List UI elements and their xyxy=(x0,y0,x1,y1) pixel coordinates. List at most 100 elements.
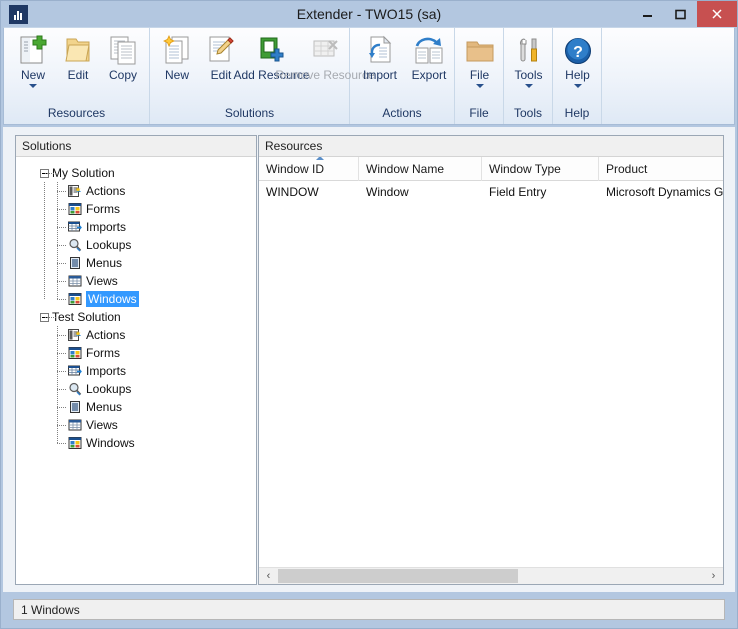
actions-icon xyxy=(68,328,82,342)
add-resource-book-plus-icon xyxy=(256,32,288,66)
ribbon-button-tools[interactable]: Tools xyxy=(504,32,553,88)
menus-icon xyxy=(68,400,82,414)
column-header-label: Window Name xyxy=(366,162,445,176)
tree-node-views[interactable]: Views xyxy=(16,272,256,290)
tree-node-forms[interactable]: Forms xyxy=(16,200,256,218)
tree-connector xyxy=(44,182,45,200)
maximize-button[interactable] xyxy=(664,1,697,27)
column-header-window-id[interactable]: Window ID xyxy=(259,157,359,181)
ribbon-group-resources: New Edit Copy Resources xyxy=(4,28,150,124)
ribbon-group-solutions: New Edit Add Resource Remove Resource So… xyxy=(150,28,375,124)
chevron-down-icon[interactable] xyxy=(475,84,484,88)
solutions-panel-header: Solutions xyxy=(16,136,256,157)
tree-connector xyxy=(44,290,45,299)
ribbon-button-new-resource[interactable]: New xyxy=(10,32,56,88)
cell-window-type: Field Entry xyxy=(489,185,547,199)
scroll-left-arrow-icon[interactable]: ‹ xyxy=(260,568,277,584)
resources-grid-body[interactable]: WINDOW Window Field Entry Microsoft Dyna… xyxy=(259,181,723,562)
tree-node-lookups[interactable]: Lookups xyxy=(16,380,256,398)
tree-node-label: Windows xyxy=(86,291,139,307)
tree-node-label: Views xyxy=(86,418,118,432)
tree-node-label: Menus xyxy=(86,256,123,270)
tree-node-test-solution[interactable]: Test Solution xyxy=(16,308,256,326)
ribbon-group-label: File xyxy=(469,106,489,120)
tree-node-windows-selected[interactable]: Windows xyxy=(16,290,256,308)
tree-node-label: Lookups xyxy=(86,238,132,252)
ribbon-button-label: Help xyxy=(565,68,590,82)
column-header-window-type[interactable]: Window Type xyxy=(482,157,599,181)
tree-node-label: Test Solution xyxy=(52,310,121,324)
resources-grid-header: Window ID Window Name Window Type Produc… xyxy=(259,157,723,181)
sort-ascending-icon xyxy=(316,157,324,160)
folder-open-icon xyxy=(62,32,94,66)
imports-icon xyxy=(68,220,82,234)
ribbon-button-label: File xyxy=(469,68,490,82)
ribbon-button-import[interactable]: Import xyxy=(355,32,405,82)
main-content-area: Solutions My Solution Actions Forms Impo… xyxy=(3,127,735,592)
ribbon-group-label: Tools xyxy=(513,106,542,120)
tree-node-windows[interactable]: Windows xyxy=(16,434,256,452)
table-row[interactable]: WINDOW Window Field Entry Microsoft Dyna… xyxy=(259,181,723,203)
tree-node-imports[interactable]: Imports xyxy=(16,362,256,380)
horizontal-scrollbar[interactable]: ‹ › xyxy=(259,567,723,584)
close-button[interactable] xyxy=(697,1,737,27)
tree-node-imports[interactable]: Imports xyxy=(16,218,256,236)
tree-node-my-solution[interactable]: My Solution xyxy=(16,164,256,182)
ribbon-group-actions: Import Export Actions xyxy=(350,28,455,124)
resources-panel-header: Resources xyxy=(259,136,723,157)
ribbon-button-help[interactable]: ? Help xyxy=(553,32,602,88)
status-bar-text: 1 Windows xyxy=(21,603,80,617)
ribbon-toolbar: New Edit Copy Resources New Edit Add Res… xyxy=(3,27,735,125)
solutions-tree[interactable]: My Solution Actions Forms Imports Lookup… xyxy=(16,157,256,584)
imports-icon xyxy=(68,364,82,378)
lookups-icon xyxy=(68,238,82,252)
ribbon-button-label: Edit xyxy=(210,68,232,82)
forms-icon xyxy=(68,202,82,216)
chevron-down-icon[interactable] xyxy=(573,84,582,88)
tree-node-lookups[interactable]: Lookups xyxy=(16,236,256,254)
tree-connector xyxy=(57,263,67,264)
column-header-product[interactable]: Product xyxy=(599,157,723,181)
tree-node-actions[interactable]: Actions xyxy=(16,326,256,344)
tree-connector xyxy=(44,218,45,236)
column-header-label: Window ID xyxy=(266,162,325,176)
tree-connector xyxy=(57,353,67,354)
tree-node-menus[interactable]: Menus xyxy=(16,398,256,416)
tree-connector xyxy=(44,236,45,254)
chevron-down-icon[interactable] xyxy=(524,84,533,88)
ribbon-button-export[interactable]: Export xyxy=(405,32,453,82)
new-pages-star-icon xyxy=(161,32,193,66)
tree-node-menus[interactable]: Menus xyxy=(16,254,256,272)
tree-connector xyxy=(45,317,57,318)
ribbon-button-new-solution[interactable]: New xyxy=(155,32,199,82)
tree-connector xyxy=(57,443,67,444)
ribbon-button-label: New xyxy=(164,68,189,82)
tree-node-actions[interactable]: Actions xyxy=(16,182,256,200)
tree-connector xyxy=(57,299,67,300)
chevron-down-icon[interactable] xyxy=(29,84,37,88)
help-question-icon: ? xyxy=(563,32,593,66)
tree-node-label: Menus xyxy=(86,400,123,414)
scrollbar-thumb[interactable] xyxy=(278,569,518,583)
import-page-arrow-icon xyxy=(364,32,396,66)
minimize-button[interactable] xyxy=(631,1,664,27)
ribbon-button-edit-resource[interactable]: Edit xyxy=(56,32,100,82)
solutions-panel: Solutions My Solution Actions Forms Impo… xyxy=(15,135,257,585)
tree-node-forms[interactable]: Forms xyxy=(16,344,256,362)
cell-window-name: Window xyxy=(366,185,409,199)
ribbon-button-label: New xyxy=(20,68,45,82)
tree-node-label: Views xyxy=(86,274,118,288)
application-window: Extender - TWO15 (sa) New Edit Copy Reso… xyxy=(0,0,738,629)
tree-node-label: Actions xyxy=(86,184,126,198)
ribbon-button-copy-resource[interactable]: Copy xyxy=(100,32,146,82)
scroll-right-arrow-icon[interactable]: › xyxy=(705,568,722,584)
tree-node-label: Imports xyxy=(86,364,127,378)
column-header-window-name[interactable]: Window Name xyxy=(359,157,482,181)
ribbon-button-file[interactable]: File xyxy=(455,32,504,88)
status-bar: 1 Windows xyxy=(13,599,725,620)
svg-text:?: ? xyxy=(573,44,583,61)
window-title: Extender - TWO15 (sa) xyxy=(296,6,442,22)
tree-node-label: My Solution xyxy=(52,166,115,180)
tree-connector xyxy=(57,389,67,390)
tree-node-views[interactable]: Views xyxy=(16,416,256,434)
